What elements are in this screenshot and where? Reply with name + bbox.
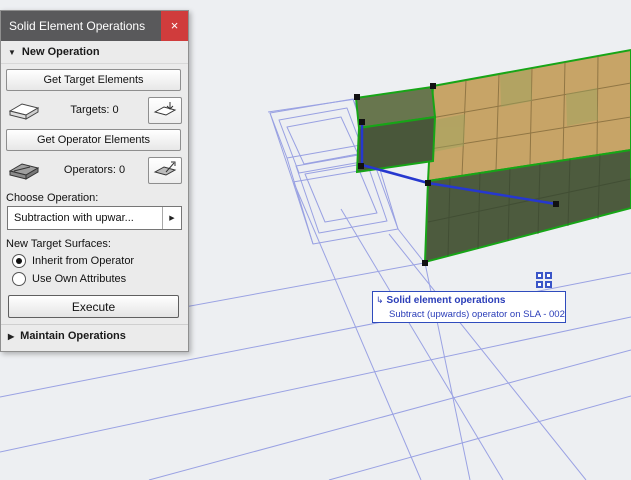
- dropdown-arrow-icon[interactable]: ▶: [162, 207, 181, 229]
- app-window: ↳ Solid element operations Subtract (upwa…: [0, 0, 631, 480]
- section-new-operation[interactable]: ▼ New Operation: [1, 41, 188, 64]
- seo-tag-title-row: ↳ Solid element operations: [376, 293, 562, 308]
- collapse-triangle-icon: ▼: [8, 47, 16, 57]
- radio-use-own-attributes[interactable]: Use Own Attributes: [12, 272, 188, 286]
- section-maintain-operations[interactable]: ▶ Maintain Operations: [1, 324, 188, 347]
- pick-operators-button[interactable]: [148, 156, 182, 184]
- pick-targets-button[interactable]: [148, 96, 182, 124]
- seo-info-tag: ↳ Solid element operations Subtract (upwa…: [372, 291, 566, 323]
- target-element-icon: [7, 99, 41, 121]
- radio-own-attributes-label: Use Own Attributes: [32, 273, 127, 285]
- palette-title: Solid Element Operations: [9, 19, 146, 33]
- seo-palette-mini-icon: [536, 272, 553, 289]
- close-button[interactable]: ×: [161, 11, 188, 41]
- palette-titlebar[interactable]: Solid Element Operations ×: [1, 11, 188, 41]
- operation-dropdown[interactable]: Subtraction with upwar... ▶: [7, 206, 182, 230]
- operators-count-label: Operators: 0: [63, 164, 126, 176]
- get-target-elements-button[interactable]: Get Target Elements: [6, 69, 181, 91]
- new-target-surfaces-label: New Target Surfaces:: [6, 238, 111, 250]
- get-operator-elements-button[interactable]: Get Operator Elements: [6, 129, 181, 151]
- pick-operators-icon: [153, 161, 177, 176]
- section-new-operation-label: New Operation: [21, 46, 100, 58]
- execute-button[interactable]: Execute: [8, 295, 179, 318]
- operators-row: Operators: 0: [7, 156, 182, 184]
- radio-inherit-from-operator[interactable]: Inherit from Operator: [12, 254, 188, 268]
- section-maintain-operations-label: Maintain Operations: [20, 330, 126, 342]
- radio-inherit-label: Inherit from Operator: [32, 255, 135, 267]
- tag-bullet-icon: ↳: [376, 295, 384, 305]
- targets-count-label: Targets: 0: [70, 104, 119, 116]
- pick-targets-icon: [153, 102, 177, 116]
- seo-tag-detail: Subtract (upwards) operator on SLA - 002: [389, 309, 565, 320]
- solid-element-operations-palette: Solid Element Operations × ▼ New Operati…: [0, 10, 189, 352]
- collapsed-triangle-icon: ▶: [8, 331, 15, 341]
- operation-dropdown-value: Subtraction with upwar...: [14, 212, 134, 224]
- radio-dot[interactable]: [12, 272, 26, 286]
- radio-dot[interactable]: [12, 254, 26, 268]
- seo-tag-title: Solid element operations: [386, 295, 506, 306]
- operator-element-icon: [7, 159, 41, 181]
- targets-row: Targets: 0: [7, 96, 182, 124]
- choose-operation-label: Choose Operation:: [6, 192, 99, 204]
